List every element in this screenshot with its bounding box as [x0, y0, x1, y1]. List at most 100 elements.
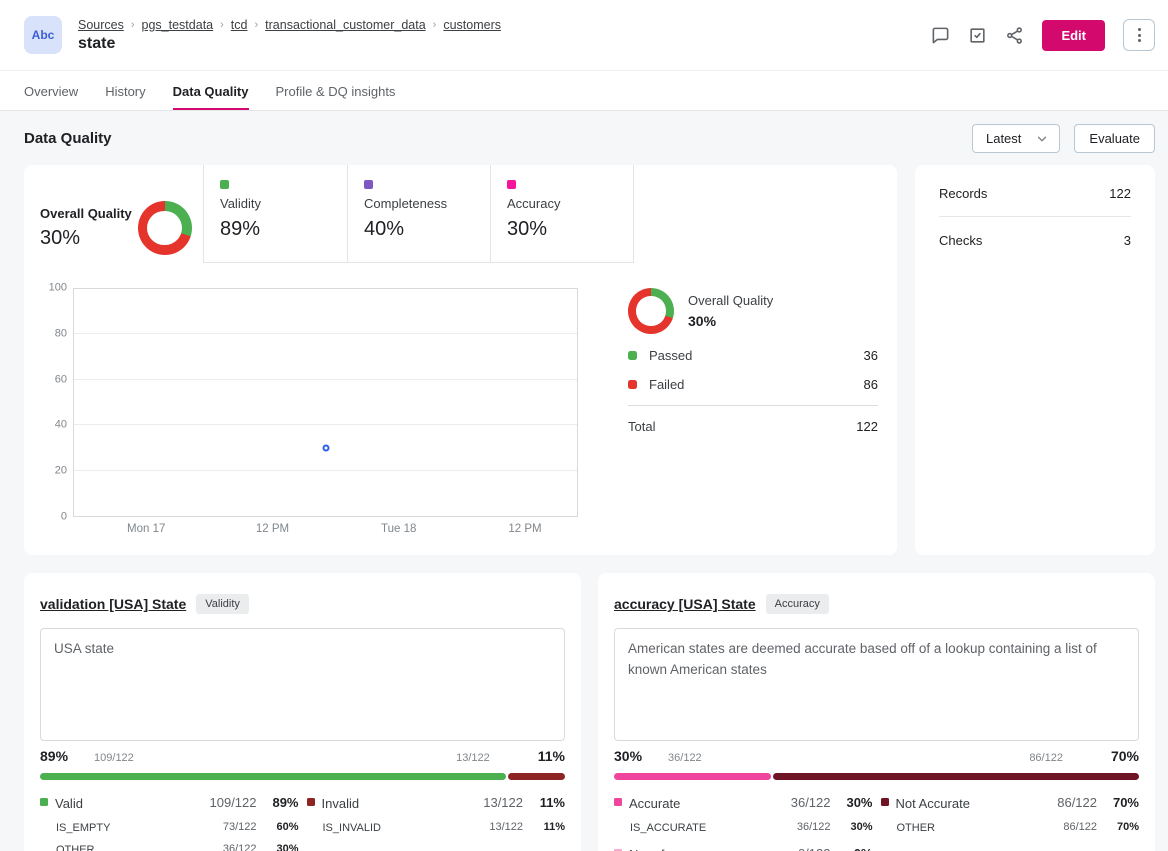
kebab-menu-button[interactable] — [1123, 19, 1155, 51]
breadcrumb-link-table[interactable]: transactional_customer_data — [265, 18, 426, 32]
breadcrumb-link-sources[interactable]: Sources — [78, 18, 124, 32]
bar-segment — [508, 773, 565, 780]
gridline — [74, 333, 577, 334]
overall-quality-donut — [138, 201, 192, 255]
legend-sub-is-empty: IS_EMPTY 73/122 60% — [40, 820, 299, 836]
right-percent: 11% — [538, 748, 565, 764]
valid-percent: 89% — [257, 794, 299, 810]
left-fraction: 36/122 — [668, 752, 702, 764]
completeness-value: 40% — [364, 218, 474, 241]
left-percent: 30% — [614, 748, 642, 764]
validity-color-square — [220, 180, 229, 189]
no-reference-label: No reference available — [629, 845, 747, 851]
legend-not-accurate: Not Accurate 86/122 70% — [881, 794, 1140, 813]
overall-quality-kpi: Overall Quality 30% — [40, 165, 187, 263]
invalid-label: Invalid — [322, 794, 440, 813]
evaluate-button[interactable]: Evaluate — [1074, 124, 1155, 153]
edit-button[interactable]: Edit — [1042, 20, 1105, 51]
legend-valid: Valid 109/122 89% — [40, 794, 299, 813]
dimension-chip: Accuracy — [766, 594, 829, 614]
not-accurate-label: Not Accurate — [896, 794, 1014, 813]
summary-label: Overall Quality — [688, 293, 773, 308]
accuracy-value: 30% — [507, 218, 617, 241]
comment-icon[interactable] — [931, 26, 950, 45]
data-quality-card: Overall Quality 30% Validity 89% Complet… — [24, 165, 897, 555]
attribute-type-icon: Abc — [24, 16, 62, 54]
passed-marker — [628, 351, 637, 360]
invalid-fraction: 13/122 — [483, 794, 523, 810]
y-axis-tick-label: 0 — [39, 512, 67, 523]
not-accurate-marker — [881, 798, 889, 806]
right-percent: 70% — [1111, 748, 1139, 764]
breadcrumb: Sources › pgs_testdata › tcd › transacti… — [78, 18, 501, 32]
legend-sub-other: OTHER 86/122 70% — [881, 820, 1140, 836]
accuracy-check-card: accuracy [USA] State Accuracy American s… — [598, 573, 1155, 851]
legend-sub-is-accurate: IS_ACCURATE 36/122 30% — [614, 820, 873, 836]
total-value: 122 — [856, 419, 878, 434]
accurate-percent: 30% — [831, 794, 873, 810]
version-dropdown[interactable]: Latest — [972, 124, 1060, 153]
page-title: state — [78, 35, 501, 53]
check-description-box: USA state — [40, 628, 565, 741]
tab-data-quality[interactable]: Data Quality — [173, 71, 249, 110]
breadcrumb-separator: › — [254, 19, 258, 31]
validation-check-card: validation [USA] State Validity USA stat… — [24, 573, 581, 851]
x-axis-tick-label: 12 PM — [508, 523, 541, 535]
check-stat-row: 89% 109/122 13/122 11% — [40, 748, 565, 764]
right-fraction: 86/122 — [1029, 752, 1063, 764]
records-value: 122 — [1109, 186, 1131, 201]
version-dropdown-value: Latest — [986, 131, 1021, 146]
total-label: Total — [628, 419, 655, 434]
gridline — [74, 424, 577, 425]
legend-row-passed: Passed 36 — [628, 348, 878, 363]
kpi-completeness: Completeness 40% — [347, 165, 490, 262]
not-accurate-percent: 70% — [1097, 794, 1139, 810]
legend-sub-other: OTHER 36/122 30% — [40, 842, 299, 851]
gridline — [74, 379, 577, 380]
tab-overview[interactable]: Overview — [24, 71, 78, 110]
kpi-validity: Validity 89% — [204, 165, 347, 262]
records-label: Records — [939, 186, 987, 201]
records-row: Records 122 — [939, 181, 1131, 205]
page-header: Abc Sources › pgs_testdata › tcd › trans… — [0, 0, 1168, 71]
x-axis: Mon 1712 PMTue 1812 PM — [73, 523, 578, 539]
tab-history[interactable]: History — [105, 71, 145, 110]
divider — [939, 216, 1131, 217]
chart-plot-area — [73, 288, 578, 517]
check-title-link[interactable]: accuracy [USA] State — [614, 596, 756, 612]
accuracy-label: Accuracy — [507, 196, 617, 211]
check-legend: Accurate 36/122 30% IS_ACCURATE 36/122 3… — [614, 792, 1139, 851]
kpi-accuracy: Accuracy 30% — [490, 165, 633, 262]
checks-value: 3 — [1124, 233, 1131, 248]
failed-marker — [628, 380, 637, 389]
left-fraction: 109/122 — [94, 752, 134, 764]
legend-accurate: Accurate 36/122 30% — [614, 794, 873, 813]
bar-segment — [773, 773, 1140, 780]
chevron-down-icon — [1035, 132, 1049, 146]
checks-label: Checks — [939, 233, 982, 248]
valid-fraction: 109/122 — [210, 794, 257, 810]
failed-value: 86 — [864, 377, 878, 392]
check-description-box: American states are deemed accurate base… — [614, 628, 1139, 741]
checks-row: Checks 3 — [939, 228, 1131, 252]
breadcrumb-separator: › — [433, 19, 437, 31]
share-icon[interactable] — [1005, 26, 1024, 45]
passed-value: 36 — [864, 348, 878, 363]
legend-invalid: Invalid 13/122 11% — [307, 794, 566, 813]
breadcrumb-link-tcd[interactable]: tcd — [231, 18, 248, 32]
not-accurate-fraction: 86/122 — [1057, 794, 1097, 810]
records-checks-card: Records 122 Checks 3 — [915, 165, 1155, 555]
overall-quality-summary: Overall Quality 30% Passed 36 Failed 86 — [628, 288, 878, 546]
overall-quality-value: 30% — [40, 227, 132, 250]
bar-segment — [40, 773, 506, 780]
y-axis-tick-label: 60 — [39, 374, 67, 385]
breadcrumb-link-pgs-testdata[interactable]: pgs_testdata — [142, 18, 214, 32]
x-axis-tick-label: Tue 18 — [381, 523, 416, 535]
check-title-link[interactable]: validation [USA] State — [40, 596, 186, 612]
tab-profile-dq-insights[interactable]: Profile & DQ insights — [276, 71, 396, 110]
legend-sub-is-invalid: IS_INVALID 13/122 11% — [307, 820, 566, 836]
breadcrumb-link-customers[interactable]: customers — [443, 18, 501, 32]
tasks-checkbox-icon[interactable] — [968, 26, 987, 45]
y-axis-tick-label: 80 — [39, 328, 67, 339]
data-point — [322, 444, 329, 451]
